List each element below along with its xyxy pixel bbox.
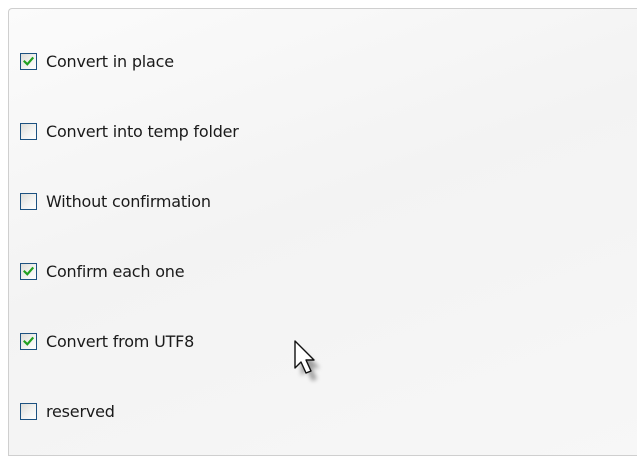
checkbox-box[interactable] — [20, 262, 37, 280]
checkbox-convert-into-temp-folder[interactable]: Convert into temp folder — [20, 121, 239, 141]
checkmark-icon — [23, 56, 34, 66]
checkbox-label: Convert in place — [46, 51, 174, 71]
checkbox-confirm-each-one[interactable]: Confirm each one — [20, 261, 185, 281]
checkbox-box[interactable] — [20, 52, 37, 70]
mouse-pointer-icon — [294, 340, 320, 381]
checkbox-label: reserved — [46, 401, 115, 421]
panel-bottom-edge — [8, 455, 637, 461]
checkbox-label: Without confirmation — [46, 191, 211, 211]
checkmark-icon — [23, 266, 34, 276]
checkbox-label: Convert into temp folder — [46, 121, 239, 141]
checkmark-icon — [23, 336, 34, 346]
checkbox-box[interactable] — [20, 122, 37, 140]
checkbox-label: Confirm each one — [46, 261, 185, 281]
checkbox-box[interactable] — [20, 332, 37, 350]
checkbox-label: Convert from UTF8 — [46, 331, 195, 351]
checkbox-convert-in-place[interactable]: Convert in place — [20, 51, 174, 71]
checkbox-convert-from-utf8[interactable]: Convert from UTF8 — [20, 331, 194, 351]
options-panel — [8, 8, 637, 461]
checkbox-box[interactable] — [20, 402, 37, 420]
checkbox-box[interactable] — [20, 192, 37, 210]
checkbox-reserved[interactable]: reserved — [20, 401, 115, 421]
checkbox-without-confirmation[interactable]: Without confirmation — [20, 191, 211, 211]
